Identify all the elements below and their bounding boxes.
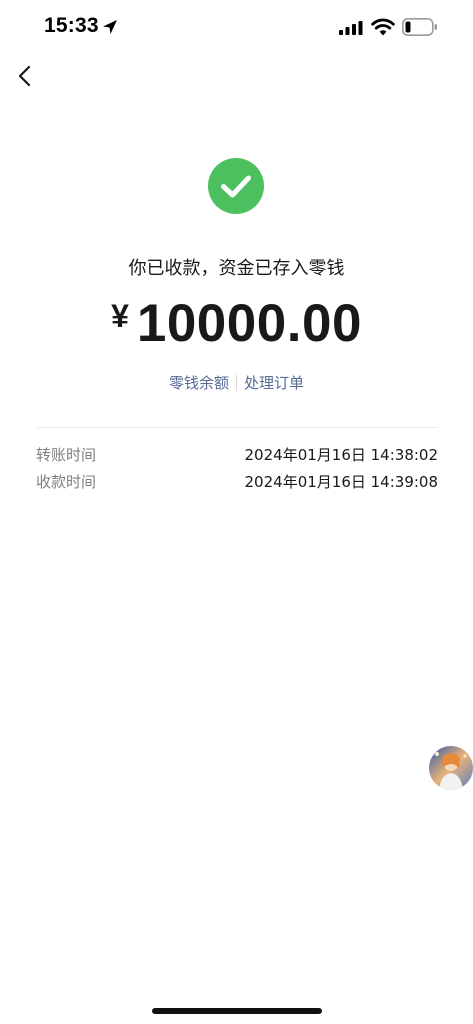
location-arrow-icon — [103, 20, 117, 34]
back-button[interactable] — [10, 60, 40, 92]
detail-label: 转账时间 — [36, 446, 97, 464]
link-divider — [236, 375, 237, 391]
status-message: 你已收款，资金已存入零钱 — [128, 258, 345, 279]
links-row: 零钱余额 处理订单 — [0, 372, 473, 393]
floating-avatar[interactable] — [429, 746, 473, 790]
wifi-icon — [371, 18, 395, 36]
process-order-link[interactable]: 处理订单 — [244, 374, 304, 392]
section-divider — [36, 427, 438, 428]
avatar-image — [429, 746, 473, 790]
amount-row: ¥10000.00 — [0, 293, 473, 354]
check-circle-icon — [208, 158, 264, 214]
battery-icon — [402, 18, 437, 36]
chevron-left-icon — [18, 65, 31, 87]
balance-link[interactable]: 零钱余额 — [169, 374, 229, 392]
detail-row-transfer-time: 转账时间 2024年01月16日 14:38:02 — [36, 444, 438, 466]
home-indicator — [152, 1008, 322, 1014]
signal-icon — [339, 21, 363, 35]
amount-value: 10000.00 — [136, 294, 362, 353]
detail-row-receive-time: 收款时间 2024年01月16日 14:39:08 — [36, 471, 438, 493]
status-time: 15:33 — [44, 14, 99, 37]
currency-symbol: ¥ — [111, 298, 129, 334]
detail-value: 2024年01月16日 14:38:02 — [244, 446, 438, 464]
detail-value: 2024年01月16日 14:39:08 — [244, 473, 438, 491]
status-bar: 15:33 — [0, 0, 473, 54]
detail-label: 收款时间 — [36, 473, 97, 491]
